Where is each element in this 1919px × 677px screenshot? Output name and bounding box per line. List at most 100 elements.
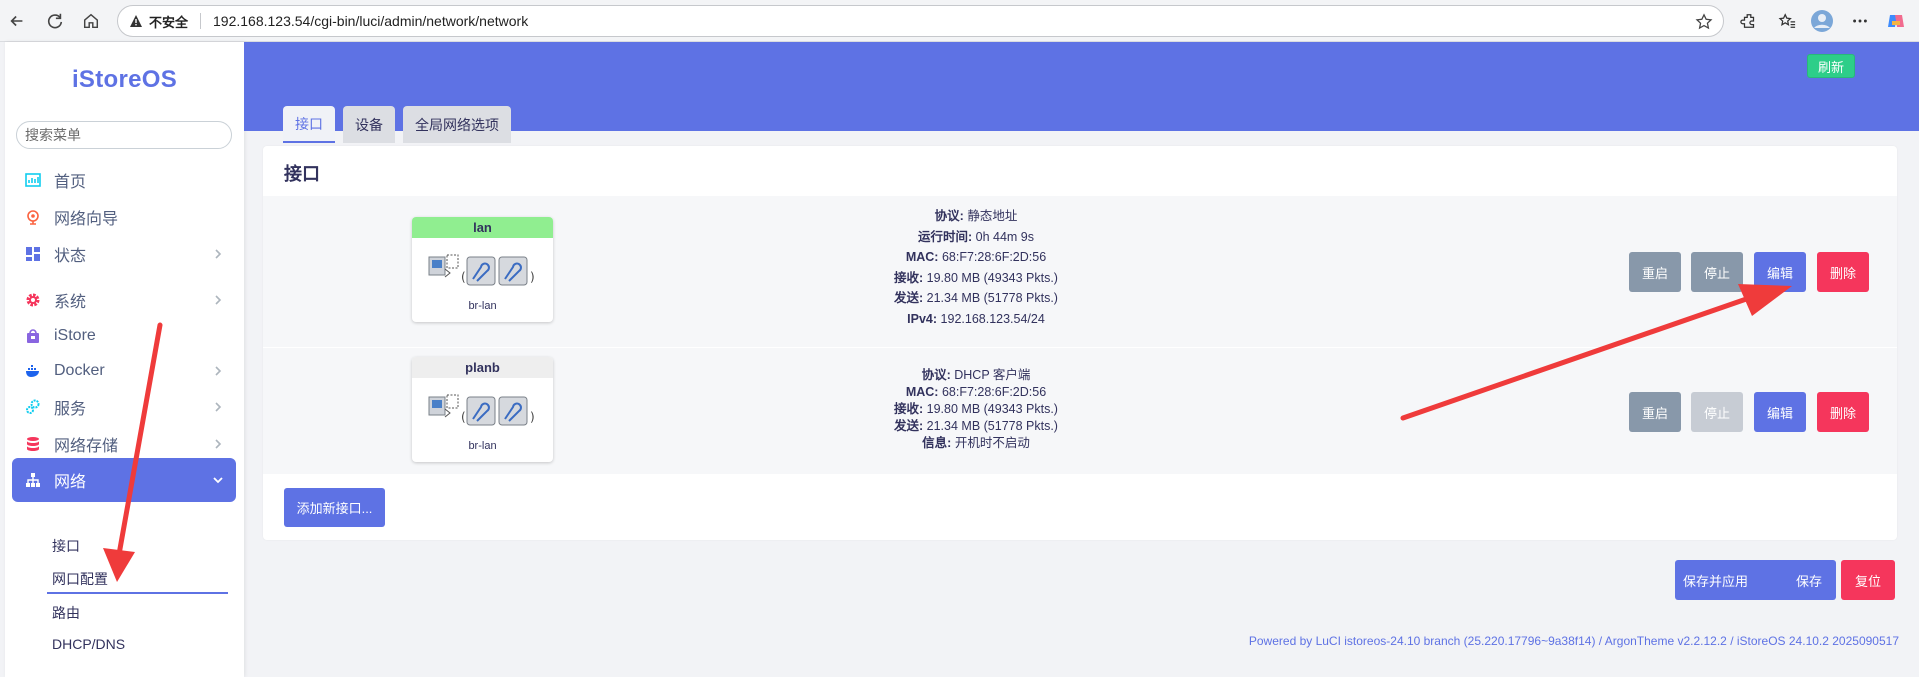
info-value: 192.168.123.54/24 [940, 311, 1045, 326]
table-row: lan ( ) br-lan 协议: 静态地址 运行时间: 0h 44m 9s … [263, 196, 1897, 347]
sidebar: iStoreOS 首页 网络向导 状态 系统 iStore [5, 42, 244, 677]
stop-button[interactable]: 停止 [1691, 252, 1743, 292]
sidebar-item-status[interactable]: 状态 [12, 232, 236, 276]
info-line: IPv4: 192.168.123.54/24 [856, 309, 1096, 330]
active-subitem-underline [47, 592, 228, 594]
info-line: 接收: 19.80 MB (49343 Pkts.) [856, 268, 1096, 289]
info-label: 接收: [894, 270, 924, 285]
info-value: 68:F7:28:6F:2D:56 [941, 385, 1047, 399]
save-apply-label: 保存并应用 [1683, 573, 1749, 589]
copilot-icon[interactable] [1884, 9, 1908, 33]
tab-devices[interactable]: 设备 [343, 106, 395, 143]
info-line: 运行时间: 0h 44m 9s [856, 227, 1096, 248]
sidebar-item-label: 首页 [54, 174, 87, 191]
info-label: IPv4: [907, 311, 938, 326]
sidebar-item-label: 状态 [54, 248, 87, 265]
info-line: 发送: 21.34 MB (51778 Pkts.) [856, 418, 1096, 435]
address-bar[interactable]: 不安全 192.168.123.54/cgi-bin/luci/admin/ne… [117, 5, 1724, 37]
info-line: 发送: 21.34 MB (51778 Pkts.) [856, 288, 1096, 309]
info-line: 协议: DHCP 客户端 [856, 367, 1096, 384]
reload-icon[interactable] [40, 6, 70, 36]
docker-icon [24, 362, 42, 380]
info-value: 68:F7:28:6F:2D:56 [941, 250, 1047, 265]
footer-credits[interactable]: Powered by LuCI istoreos-24.10 branch (2… [1249, 634, 1899, 648]
info-label: 信息: [922, 436, 952, 450]
sidebar-subitem-interfaces[interactable]: 接口 [52, 536, 80, 556]
sidebar-item-label: 系统 [54, 294, 87, 311]
gear-icon [24, 291, 42, 309]
sidebar-item-label: 网络 [54, 474, 87, 491]
insecure-label: 不安全 [149, 14, 189, 30]
more-options-icon[interactable] [1848, 9, 1872, 33]
back-icon[interactable] [2, 6, 32, 36]
svg-text:): ) [530, 270, 535, 284]
dashboard-icon [24, 171, 42, 189]
svg-text:): ) [530, 410, 535, 424]
interface-badge-planb: planb ( ) br-lan [412, 357, 553, 462]
chevron-right-icon [215, 249, 222, 259]
interface-name: planb [412, 357, 553, 378]
interface-device: br-lan [468, 300, 497, 312]
delete-button[interactable]: 删除 [1817, 392, 1869, 432]
extensions-icon[interactable] [1737, 9, 1761, 33]
home-icon[interactable] [76, 6, 106, 36]
info-label: 发送: [894, 419, 924, 433]
interface-info: 协议: DHCP 客户端 MAC: 68:F7:28:6F:2D:56 接收: … [856, 367, 1096, 452]
delete-button[interactable]: 删除 [1817, 252, 1869, 292]
info-line: 信息: 开机时不启动 [856, 435, 1096, 452]
add-interface-button[interactable]: 添加新接口... [284, 488, 385, 527]
edit-button[interactable]: 编辑 [1754, 252, 1806, 292]
info-label: MAC: [905, 385, 939, 399]
edit-button[interactable]: 编辑 [1754, 392, 1806, 432]
sidebar-item-label: Docker [54, 362, 105, 379]
sidebar-item-label: 网络向导 [54, 211, 119, 228]
restart-button[interactable]: 重启 [1629, 252, 1681, 292]
tab-interfaces[interactable]: 接口 [283, 106, 335, 143]
info-value: 0h 44m 9s [975, 229, 1035, 244]
stop-button[interactable]: 停止 [1691, 392, 1743, 432]
sidebar-subitem-port-config[interactable]: 网口配置 [52, 569, 108, 589]
sidebar-item-label: iStore [54, 327, 96, 344]
logo[interactable]: iStoreOS [5, 66, 244, 94]
interface-badge-lan: lan ( ) br-lan [412, 217, 553, 322]
chevron-down-icon [213, 477, 223, 484]
info-line: MAC: 68:F7:28:6F:2D:56 [856, 247, 1096, 268]
services-icon [24, 398, 42, 416]
grid-icon [24, 245, 42, 263]
reset-button[interactable]: 复位 [1841, 560, 1895, 600]
menu-search-input[interactable] [16, 121, 232, 149]
sidebar-item-network[interactable]: 网络 [12, 458, 236, 502]
interface-info: 协议: 静态地址 运行时间: 0h 44m 9s MAC: 68:F7:28:6… [856, 206, 1096, 330]
info-label: 协议: [934, 209, 964, 223]
restart-button[interactable]: 重启 [1629, 392, 1681, 432]
info-value: 19.80 MB (49343 Pkts.) [926, 402, 1058, 416]
profile-avatar-icon[interactable] [1810, 9, 1834, 33]
bridge-ports-icon: ( ) [428, 394, 535, 426]
section-title: 接口 [284, 164, 320, 184]
table-row: planb ( ) br-lan 协议: DHCP 客户端 MAC: 68:F7… [263, 348, 1897, 474]
info-value: 静态地址 [967, 209, 1018, 223]
info-value: DHCP 客户端 [954, 368, 1031, 382]
info-line: 接收: 19.80 MB (49343 Pkts.) [856, 401, 1096, 418]
tab-global-network-options[interactable]: 全局网络选项 [403, 106, 511, 143]
database-icon [24, 435, 42, 453]
warning-icon [128, 13, 144, 29]
info-value: 21.34 MB (51778 Pkts.) [926, 291, 1058, 306]
sidebar-subitem-dhcp-dns[interactable]: DHCP/DNS [52, 636, 125, 652]
refresh-button[interactable]: 刷新 [1806, 54, 1855, 78]
chevron-right-icon [215, 366, 222, 376]
network-icon [24, 471, 42, 489]
interface-name: lan [412, 217, 553, 238]
bookmark-star-icon[interactable] [1695, 13, 1713, 31]
info-label: 协议: [921, 368, 951, 382]
save-button[interactable]: 保存 [1782, 560, 1836, 600]
url-divider [200, 13, 202, 29]
info-value: 19.80 MB (49343 Pkts.) [926, 270, 1058, 285]
chevron-right-icon [215, 295, 222, 305]
store-icon [24, 327, 42, 345]
favorites-icon[interactable] [1775, 9, 1799, 33]
sidebar-subitem-routes[interactable]: 路由 [52, 603, 80, 623]
url-text[interactable]: 192.168.123.54/cgi-bin/luci/admin/networ… [213, 13, 528, 29]
info-label: 运行时间: [917, 229, 973, 244]
info-value: 21.34 MB (51778 Pkts.) [926, 419, 1058, 433]
